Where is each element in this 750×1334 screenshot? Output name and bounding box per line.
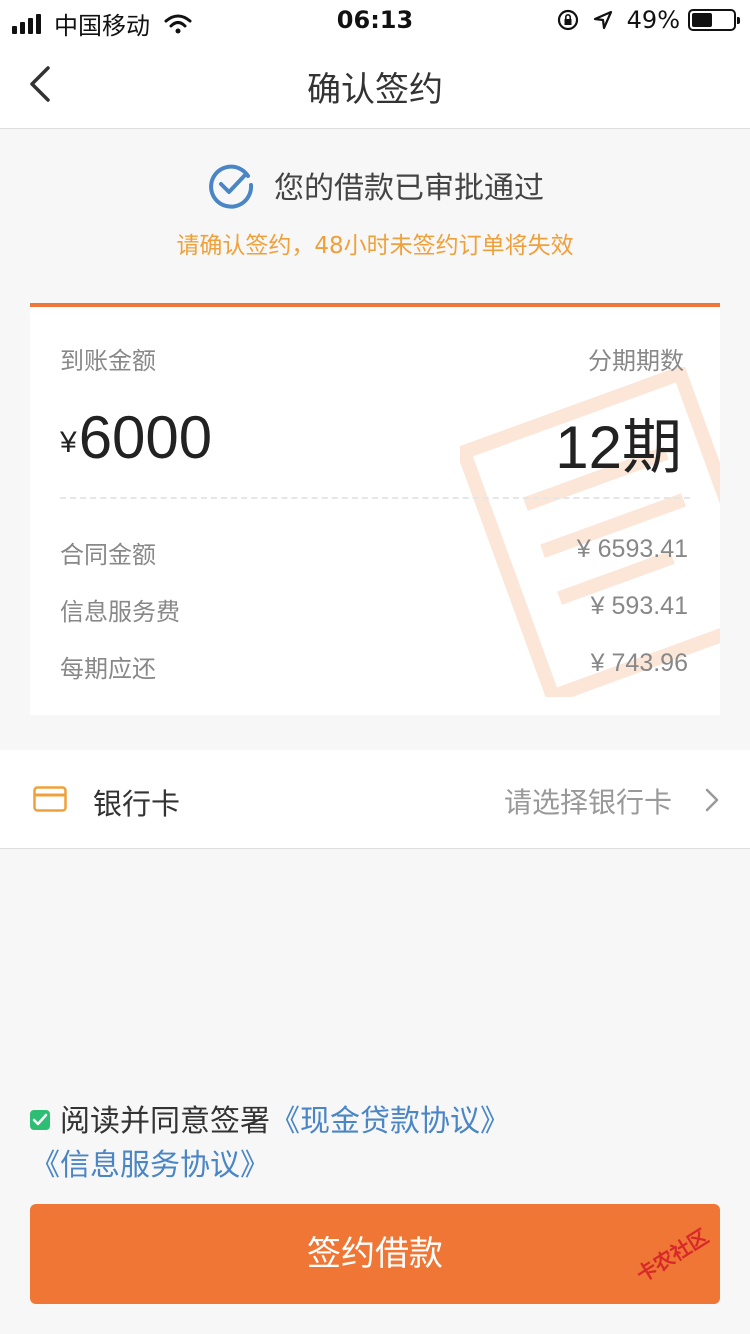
chevron-right-icon	[705, 788, 719, 812]
detail-value: ¥ 593.41	[590, 592, 688, 620]
detail-label: 合同金额	[60, 541, 156, 569]
bank-card-selector[interactable]: 银行卡 请选择银行卡	[0, 750, 750, 849]
orientation-lock-icon	[557, 9, 578, 31]
approved-check-icon	[209, 164, 254, 209]
sign-deadline-warning: 请确认签约，48小时未签约订单将失效	[176, 233, 574, 259]
approval-row: 您的借款已审批通过	[0, 160, 750, 210]
info-service-agreement-link[interactable]: 《信息服务协议》	[30, 1148, 270, 1183]
agreement-checkbox[interactable]	[30, 1110, 50, 1130]
bank-card-placeholder: 请选择银行卡	[503, 786, 672, 819]
sign-loan-button[interactable]: 签约借款	[30, 1204, 720, 1304]
agreement-text: 阅读并同意签署《现金贷款协议》《信息服务协议》	[30, 1100, 720, 1188]
detail-label: 每期应还	[60, 655, 156, 683]
approval-section: 您的借款已审批通过 请确认签约，48小时未签约订单将失效	[0, 160, 750, 260]
battery-fill	[692, 13, 712, 27]
bank-card-label: 银行卡	[93, 787, 181, 821]
cash-loan-agreement-link[interactable]: 《现金贷款协议》	[270, 1104, 510, 1139]
periods-label: 分期期数	[588, 347, 684, 375]
status-bar: 中国移动 06:13 49%	[0, 0, 750, 40]
battery-icon	[688, 9, 740, 31]
bank-card-icon	[33, 786, 67, 812]
approval-message: 您的借款已审批通过	[274, 171, 544, 206]
nav-bar: 确认签约	[0, 40, 750, 129]
detail-value: ¥ 743.96	[590, 649, 688, 677]
detail-value: ¥ 6593.41	[576, 535, 688, 563]
battery-percent: 49%	[626, 6, 680, 34]
detail-row: 合同金额 ¥ 6593.41	[60, 535, 688, 569]
detail-row: 每期应还 ¥ 743.96	[60, 649, 688, 683]
status-right: 49%	[557, 6, 740, 34]
received-amount-value: 6000	[78, 404, 213, 471]
agreement-prefix: 阅读并同意签署	[60, 1104, 270, 1139]
received-amount: ¥6000	[60, 403, 212, 472]
detail-label: 信息服务费	[60, 598, 180, 626]
divider	[60, 497, 690, 499]
detail-row: 信息服务费 ¥ 593.41	[60, 592, 688, 626]
currency-symbol: ¥	[60, 426, 77, 459]
page-title: 确认签约	[307, 70, 443, 110]
received-amount-label: 到账金额	[60, 347, 156, 375]
loan-summary-card: 到账金额 分期期数 ¥6000 12期 合同金额 ¥ 6593.41 信息服务费…	[30, 303, 720, 715]
periods-value: 12期	[555, 414, 682, 481]
check-icon	[32, 1113, 48, 1126]
location-icon	[593, 10, 612, 30]
